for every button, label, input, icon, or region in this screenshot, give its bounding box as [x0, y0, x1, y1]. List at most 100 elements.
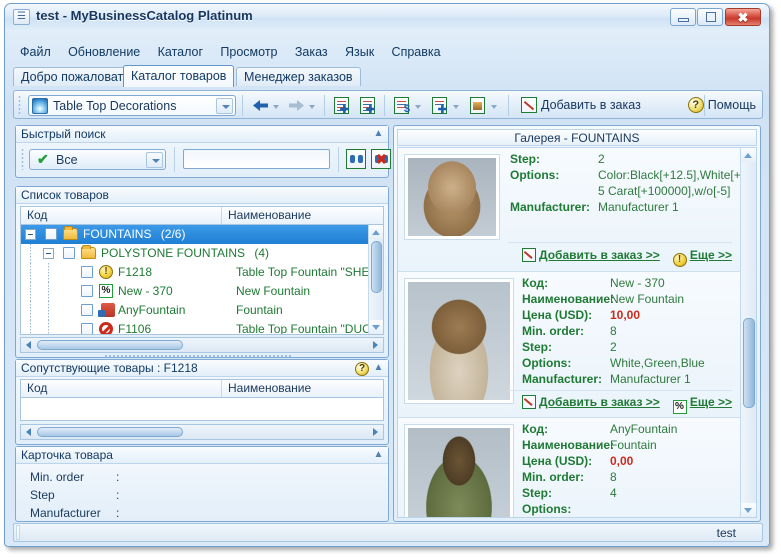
collapse-icon[interactable]: ▲ [372, 362, 385, 375]
expander-icon[interactable] [43, 248, 54, 259]
scroll-thumb[interactable] [743, 318, 755, 408]
chevron-down-icon[interactable] [146, 152, 163, 168]
export-button[interactable]: ✚ [430, 95, 451, 116]
gallery-scroll-area[interactable]: Step: 2 Options: Color:Black[+12.5],Whit… [397, 147, 757, 518]
scroll-left-icon[interactable] [22, 338, 36, 352]
tree-row-fountains[interactable]: FOUNTAINS (2/6) [21, 225, 383, 244]
product-card-title: Карточка товара [16, 447, 388, 464]
field-value: 0,00 [610, 454, 634, 468]
gallery-card-shell[interactable]: Step: 2 Options: Color:Black[+12.5],Whit… [398, 148, 756, 272]
scroll-thumb[interactable] [37, 340, 183, 350]
tab-product-catalog[interactable]: Каталог товаров [123, 65, 235, 87]
search-input[interactable] [183, 149, 330, 169]
scroll-thumb[interactable] [371, 241, 382, 293]
menu-item-view[interactable]: Просмотр [213, 44, 284, 60]
search-scope-combobox[interactable]: ✔ Все [29, 149, 166, 170]
row-checkbox[interactable] [81, 323, 93, 334]
chevron-down-icon[interactable] [216, 98, 233, 114]
column-header-code[interactable]: Код [27, 208, 47, 222]
column-header-name[interactable]: Наименование [228, 208, 311, 222]
field-step: Step: 2 [510, 152, 734, 168]
scroll-down-icon[interactable] [741, 503, 756, 517]
add-item-button[interactable]: ✚ [332, 95, 353, 116]
minimize-button[interactable] [670, 8, 696, 26]
toolbar-grip[interactable] [18, 95, 21, 115]
menu-item-language[interactable]: Язык [338, 44, 381, 60]
export-dropdown-icon[interactable] [452, 102, 461, 111]
row-checkbox[interactable] [81, 304, 93, 316]
gallery-dropdown-icon[interactable] [490, 102, 499, 111]
price-button[interactable]: $ [392, 95, 413, 116]
menu-item-update[interactable]: Обновление [61, 44, 147, 60]
scroll-down-icon[interactable] [369, 320, 383, 334]
gallery-view-button[interactable] [468, 95, 489, 116]
search-button[interactable] [346, 149, 366, 169]
gallery-card-anyfountain[interactable]: Код: AnyFountain Наименование: Fountain … [398, 418, 740, 517]
column-header-name[interactable]: Наименование [228, 381, 311, 395]
tree-row-anyfountain[interactable]: AnyFountain Fountain [21, 301, 383, 320]
row-checkbox[interactable] [81, 285, 93, 297]
tree-row-polystone-fountains[interactable]: POLYSTONE FOUNTAINS (4) [21, 244, 383, 263]
product-tree[interactable]: FOUNTAINS (2/6) POLYSTONE FOUNTAINS (4) [20, 224, 384, 335]
related-products-grid[interactable] [20, 397, 384, 421]
back-button[interactable] [250, 95, 271, 116]
help-icon[interactable]: ? [355, 362, 369, 376]
menu-item-order[interactable]: Заказ [288, 44, 335, 60]
product-tree-horizontal-scrollbar[interactable] [20, 337, 384, 353]
tab-order-manager[interactable]: Менеджер заказов [236, 67, 361, 86]
forward-button[interactable] [286, 95, 307, 116]
add-to-order-link[interactable]: Добавить в заказ >> [539, 395, 660, 409]
thumbnail[interactable] [404, 278, 514, 404]
column-header-code[interactable]: Код [27, 381, 47, 395]
column-divider[interactable] [221, 380, 222, 397]
scroll-right-icon[interactable] [368, 425, 382, 439]
help-button[interactable]: ? Помощь [687, 95, 756, 116]
field-code: Код: New - 370 [522, 276, 734, 292]
add-to-order-button[interactable]: Добавить в заказ [519, 95, 641, 116]
close-button[interactable]: ✖ [725, 8, 761, 26]
category-combobox[interactable]: Table Top Decorations [28, 95, 236, 116]
product-tree-vertical-scrollbar[interactable] [368, 225, 383, 334]
scroll-thumb[interactable] [37, 427, 183, 437]
scroll-up-icon[interactable] [741, 148, 756, 162]
tree-row-f1218[interactable]: ! F1218 Table Top Fountain "SHELL" [21, 263, 383, 282]
maximize-button[interactable] [697, 8, 723, 26]
row-checkbox[interactable] [45, 228, 57, 240]
system-menu-icon[interactable]: ☰ [13, 9, 30, 25]
back-dropdown-icon[interactable] [272, 102, 281, 111]
add-group-button[interactable]: ✚ [358, 95, 379, 116]
expander-icon[interactable] [25, 229, 36, 240]
field-step: Step: 4 [522, 486, 734, 502]
collapse-icon[interactable]: ▲ [372, 449, 385, 462]
add-to-order-link[interactable]: Добавить в заказ >> [539, 248, 660, 262]
gallery-card-new-370[interactable]: Код: New - 370 Наименование: New Fountai… [398, 272, 740, 418]
thumbnail[interactable] [404, 154, 500, 240]
forward-dropdown-icon[interactable] [308, 102, 317, 111]
scroll-up-icon[interactable] [369, 225, 383, 239]
menu-item-file[interactable]: Файл [13, 44, 58, 60]
price-dropdown-icon[interactable] [414, 102, 423, 111]
tree-row-new-370[interactable]: % New - 370 New Fountain [21, 282, 383, 301]
row-checkbox[interactable] [81, 266, 93, 278]
clear-search-button[interactable]: ✖ [371, 149, 391, 169]
tab-welcome[interactable]: Добро пожаловать [13, 67, 138, 86]
thumbnail[interactable] [404, 424, 514, 517]
scroll-right-icon[interactable] [368, 338, 382, 352]
field-value: White,Green,Blue [610, 356, 705, 370]
field-options: Options: White,Green,Blue [522, 356, 734, 372]
column-divider[interactable] [221, 207, 222, 224]
document-dollar-icon: $ [394, 97, 410, 115]
scroll-left-icon[interactable] [22, 425, 36, 439]
menu-item-catalog[interactable]: Каталог [151, 44, 210, 60]
collapse-icon[interactable]: ▲ [372, 128, 385, 141]
gallery-vertical-scrollbar[interactable] [740, 148, 756, 517]
row-checkbox[interactable] [63, 247, 75, 259]
more-link[interactable]: Еще >> [690, 395, 732, 409]
more-link[interactable]: Еще >> [690, 248, 732, 262]
related-horizontal-scrollbar[interactable] [20, 424, 384, 440]
add-to-order-label: Добавить в заказ [541, 98, 641, 112]
menu-item-help[interactable]: Справка [385, 44, 448, 60]
tree-row-f1106[interactable]: F1106 Table Top Fountain "DUCKS" [21, 320, 383, 334]
quick-search-grip[interactable] [21, 148, 24, 170]
card-sep: : [116, 506, 120, 520]
